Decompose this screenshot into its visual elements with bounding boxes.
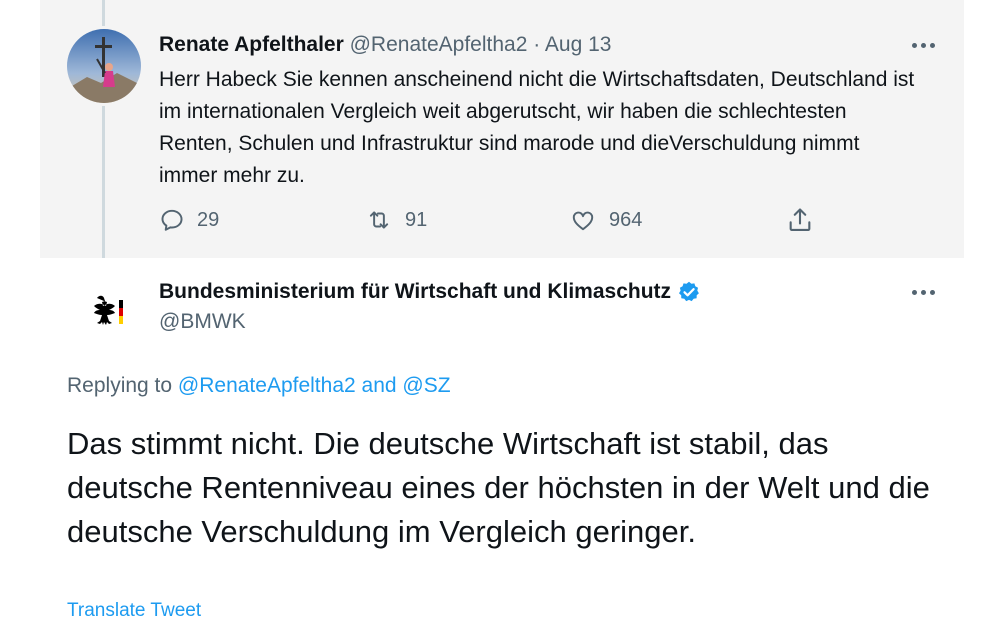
author-name-row: Bundesministerium für Wirtschaft und Kli… (159, 280, 701, 304)
share-button[interactable] (786, 204, 814, 236)
avatar[interactable] (67, 276, 141, 350)
tweet-text: Herr Habeck Sie kennen anscheinend nicht… (159, 68, 915, 187)
dot (929, 289, 935, 295)
author-name[interactable]: Renate Apfelthaler (159, 33, 344, 56)
heart-icon (572, 211, 594, 231)
verified-badge-icon (679, 281, 699, 302)
tweet-text: Das stimmt nicht. Die deutsche Wirtschaf… (67, 426, 930, 549)
replying-to: Replying to @RenateApfeltha2 and @SZ (67, 374, 451, 398)
german-flag-icon (119, 300, 123, 324)
thread-line (102, 0, 105, 26)
avatar[interactable] (67, 29, 141, 103)
more-options-button[interactable] (910, 40, 936, 50)
mention-link[interactable]: @SZ (402, 374, 450, 397)
dot (920, 42, 926, 48)
reply-button[interactable]: 29 (159, 204, 219, 236)
retweet-icon (369, 211, 389, 229)
like-count: 964 (609, 208, 643, 231)
tweet-header: Renate Apfelthaler @RenateApfeltha2 · Au… (159, 33, 611, 57)
more-options-button[interactable] (910, 287, 936, 297)
dot (911, 42, 917, 48)
tweet-thread: Renate Apfelthaler @RenateApfeltha2 · Au… (40, 0, 964, 625)
translate-tweet-link[interactable]: Translate Tweet (67, 600, 201, 622)
dot (929, 42, 935, 48)
author-handle[interactable]: @BMWK (159, 310, 246, 334)
mention-link[interactable]: @RenateApfeltha2 (178, 374, 356, 397)
replying-and[interactable]: and (362, 374, 397, 397)
reply-count: 29 (197, 208, 220, 231)
retweet-count: 91 (405, 208, 428, 231)
speech-bubble-icon (161, 209, 183, 231)
dot (920, 289, 926, 295)
tweet-actions: 29 91 964 (159, 204, 839, 236)
dot (911, 289, 917, 295)
replying-prefix: Replying to (67, 374, 173, 397)
share-icon (789, 208, 811, 231)
separator: · (533, 33, 541, 56)
tweet-date[interactable]: Aug 13 (545, 33, 612, 56)
author-handle[interactable]: @RenateApfeltha2 (350, 33, 528, 56)
author-name[interactable]: Bundesministerium für Wirtschaft und Kli… (159, 280, 671, 304)
thread-line (102, 106, 105, 258)
main-tweet: Bundesministerium für Wirtschaft und Kli… (40, 258, 964, 625)
like-button[interactable]: 964 (569, 204, 642, 236)
retweet-button[interactable]: 91 (365, 204, 427, 236)
parent-tweet[interactable]: Renate Apfelthaler @RenateApfeltha2 · Au… (40, 0, 964, 258)
